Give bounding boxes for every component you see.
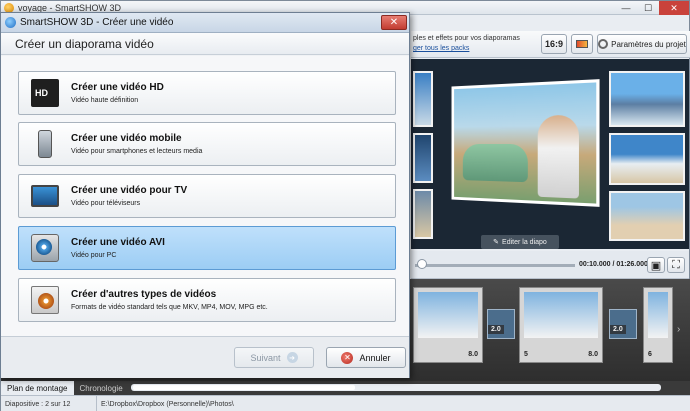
slide-thumb-image [524,292,598,338]
dialog-titlebar: SmartSHOW 3D - Créer une vidéo ✕ [1,13,409,33]
preview-photo-thumb [609,71,685,127]
preview-photo-thumb [413,133,433,183]
toolbar-info-text: ples et effets pour vos diaporamas [413,35,520,42]
photo-car [462,143,528,183]
toolbar-info: ples et effets pour vos diaporamas ger t… [413,34,520,54]
slide-thumb-image [418,292,478,338]
preview-photo-thumb [413,189,433,239]
camera-icon: ▣ [650,259,662,272]
seek-track[interactable] [415,264,575,267]
transition-duration: 2.0 [488,325,504,334]
dialog-header: Créer un diaporama vidéo [1,33,409,55]
status-slide-info: Diapositive : 2 sur 12 [1,396,97,411]
slide-thumb-image [648,292,668,338]
aspect-ratio-button[interactable]: 16:9 [541,34,567,54]
slide-preview: ✎ Editer la diapo [411,59,689,249]
slide-number: 6 [648,351,652,358]
gear-icon [598,39,609,49]
pc-dvd-icon [31,234,59,262]
timeline-scrollbar[interactable] [131,384,661,391]
dialog-app-icon [5,17,16,28]
player-bar: 00:10.000 / 01:26.000 ▣ ⛶ [411,251,689,279]
seek-handle[interactable] [417,259,427,269]
option-mobile-video[interactable]: Créer une vidéo mobile Vidéo pour smartp… [18,122,396,166]
arrow-right-icon: ➜ [286,352,298,363]
dialog-title: SmartSHOW 3D - Créer une vidéo [20,17,174,28]
slide-thumbnail[interactable]: 6 [643,287,673,363]
dialog-body: Créer une vidéo HD Vidéo haute définitio… [1,56,409,336]
option-other-video[interactable]: Créer d'autres types de vidéos Formats d… [18,278,396,322]
option-title: Créer une vidéo pour TV [71,185,188,196]
app-title: voyage - SmartSHOW 3D [18,2,122,13]
tab-timeline[interactable]: Chronologie [74,381,129,395]
edit-slide-label: Editer la diapo [502,238,547,246]
time-display: 00:10.000 / 01:26.000 [579,261,648,268]
snapshot-button[interactable]: ▣ [647,257,665,273]
theme-button[interactable] [571,34,593,54]
option-subtitle: Vidéo pour PC [71,252,117,259]
project-settings-button[interactable]: Paramètres du projet [597,34,687,54]
minimize-icon[interactable]: — [615,1,637,15]
status-bar: Diapositive : 2 sur 12 E:\Dropbox\Dropbo… [1,395,690,411]
dialog-footer: Suivant ➜ ✕ Annuler [1,336,409,378]
app-logo-icon [4,2,14,13]
slide-thumbnail[interactable]: 8.0 [413,287,483,363]
transition-thumb[interactable] [609,309,637,339]
preview-photo-thumb [609,191,685,241]
preview-photo-thumb [413,71,433,127]
option-title: Créer une vidéo HD [71,82,164,93]
option-subtitle: Vidéo pour téléviseurs [71,200,141,207]
option-subtitle: Vidéo haute définition [71,97,139,104]
option-title: Créer une vidéo AVI [71,237,165,248]
hd-video-icon [31,79,59,107]
slide-duration: 8.0 [468,351,478,358]
preview-photo-thumb [609,133,685,185]
slide-duration: 8.0 [588,351,598,358]
right-toolbar: ples et effets pour vos diaporamas ger t… [411,31,690,58]
fullscreen-button[interactable]: ⛶ [667,257,685,273]
edit-slide-button[interactable]: ✎ Editer la diapo [481,235,559,249]
option-title: Créer d'autres types de vidéos [71,289,217,300]
film-reel-icon [31,286,59,314]
preview-main-photo [451,79,600,207]
tv-icon [31,185,59,207]
create-video-dialog: SmartSHOW 3D - Créer une vidéo ✕ Créer u… [0,12,410,378]
window-controls: — ☐ ✕ [615,1,689,15]
scrollbar-thumb[interactable] [133,385,355,390]
option-hd-video[interactable]: Créer une vidéo HD Vidéo haute définitio… [18,71,396,115]
option-avi-video[interactable]: Créer une vidéo AVI Vidéo pour PC [18,226,396,270]
project-settings-label: Paramètres du projet [611,39,686,49]
packs-link[interactable]: ger tous les packs [413,44,520,54]
photo-person [537,114,579,199]
slide-thumbnail[interactable]: 5 8.0 [519,287,603,363]
close-icon[interactable]: ✕ [659,1,689,15]
option-title: Créer une vidéo mobile [71,133,182,144]
mobile-phone-icon [38,130,52,158]
option-subtitle: Formats de vidéo standard tels que MKV, … [71,304,268,311]
chevron-right-icon[interactable]: › [677,324,680,335]
fullscreen-icon: ⛶ [672,258,680,271]
theme-swatch-icon [576,40,588,48]
option-subtitle: Vidéo pour smartphones et lecteurs media [71,148,203,155]
tab-storyboard[interactable]: Plan de montage [1,381,74,395]
transition-thumb[interactable] [487,309,515,339]
cancel-button[interactable]: ✕ Annuler [326,347,406,368]
pencil-icon: ✎ [493,239,500,246]
cancel-button-label: Annuler [359,352,391,363]
transition-duration: 2.0 [610,325,626,334]
status-path: E:\Dropbox\Dropbox (Personnelle)\Photos\ [101,400,234,408]
cancel-x-icon: ✕ [341,351,354,364]
option-tv-video[interactable]: Créer une vidéo pour TV Vidéo pour télév… [18,174,396,218]
slide-number: 5 [524,351,528,358]
dialog-close-icon[interactable]: ✕ [381,15,407,30]
next-button[interactable]: Suivant ➜ [234,347,314,368]
next-button-label: Suivant [250,352,281,363]
maximize-icon[interactable]: ☐ [637,1,659,15]
